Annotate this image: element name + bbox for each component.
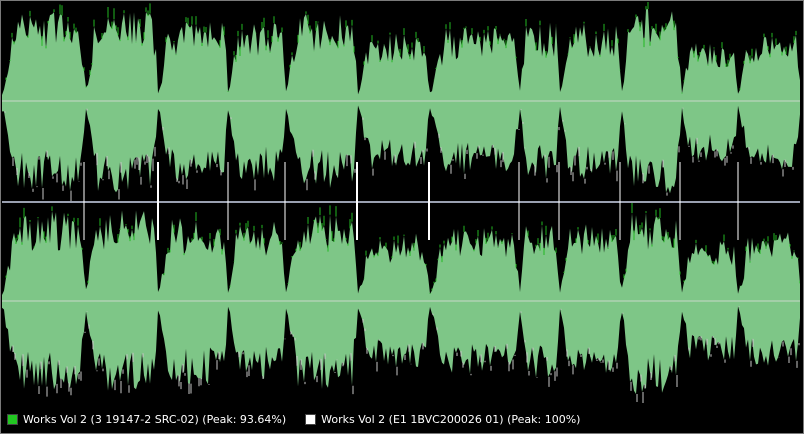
legend-swatch-green	[7, 414, 18, 425]
legend-bar: Works Vol 2 (3 19147-2 SRC-02) (Peak: 93…	[2, 407, 802, 432]
legend-item-series-2: Works Vol 2 (E1 1BVC200026 01) (Peak: 10…	[305, 413, 580, 426]
legend-item-series-1: Works Vol 2 (3 19147-2 SRC-02) (Peak: 93…	[7, 413, 286, 426]
waveform-compare-window: Works Vol 2 (3 19147-2 SRC-02) (Peak: 93…	[0, 0, 804, 434]
legend-label-series-2: Works Vol 2 (E1 1BVC200026 01) (Peak: 10…	[321, 413, 581, 426]
waveform-canvas	[2, 2, 800, 403]
legend-swatch-white	[305, 414, 317, 425]
waveform-display[interactable]	[2, 2, 800, 406]
legend-label-series-1: Works Vol 2 (3 19147-2 SRC-02) (Peak: 93…	[23, 413, 287, 426]
